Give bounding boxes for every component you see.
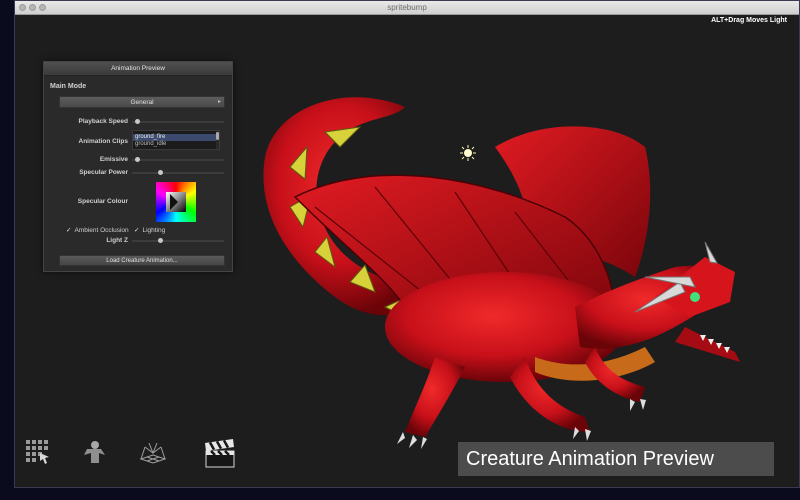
app-window: spritebump ALT+Drag Moves Light Animatio… <box>14 0 800 488</box>
clips-scrollbar[interactable] <box>216 131 219 149</box>
chevron-right-icon: ▸ <box>217 99 221 105</box>
slider-knob[interactable] <box>134 119 140 124</box>
light-z-label: Light Z <box>106 237 128 244</box>
light-z-slider[interactable] <box>132 238 224 243</box>
specular-power-label: Specular Power <box>79 169 128 176</box>
animation-preview-panel: Animation Preview Main Mode General ▸ Pl… <box>43 61 233 272</box>
render-viewport[interactable]: Animation Preview Main Mode General ▸ Pl… <box>15 15 799 487</box>
slider-knob[interactable] <box>157 238 163 243</box>
checkmark-icon: ✓ <box>134 227 140 234</box>
specular-colour-picker[interactable] <box>156 182 196 222</box>
dragon-eye <box>690 292 700 302</box>
mode-selected-value: General <box>130 99 154 106</box>
scrollbar-thumb[interactable] <box>216 132 219 140</box>
playback-speed-label: Playback Speed <box>78 118 129 125</box>
specular-power-slider[interactable] <box>132 170 224 175</box>
checkmark-icon: ✓ <box>66 227 72 234</box>
lighting-label: Lighting <box>142 227 166 234</box>
emissive-label: Emissive <box>99 156 128 163</box>
clip-item[interactable]: ground_idle <box>133 141 219 148</box>
animation-clips-list[interactable]: default ground_fire ground_idle <box>132 130 220 150</box>
figure-icon[interactable] <box>81 439 107 465</box>
playback-speed-slider[interactable] <box>132 119 224 124</box>
title-bar[interactable]: spritebump <box>15 1 799 15</box>
dragon-jaw <box>675 327 740 362</box>
mode-dropdown[interactable]: General ▸ <box>59 96 225 108</box>
slider-knob[interactable] <box>157 170 163 175</box>
grid-pointer-icon[interactable] <box>25 439 51 465</box>
window-title: spritebump <box>387 3 427 12</box>
load-creature-animation-button[interactable]: Load Creature Animation... <box>59 255 225 266</box>
dragon-back-leg <box>405 357 465 437</box>
lighting-checkbox[interactable]: ✓ Lighting <box>134 226 165 234</box>
clip-item-selected[interactable]: ground_fire <box>133 134 219 141</box>
ambient-occlusion-label: Ambient Occlusion <box>74 227 129 234</box>
clapperboard-icon[interactable] <box>203 439 237 469</box>
slider-knob[interactable] <box>134 157 140 162</box>
main-mode-label: Main Mode <box>50 83 87 90</box>
dragon-sprite[interactable] <box>235 87 755 467</box>
specular-colour-label: Specular Colour <box>77 198 128 205</box>
colour-cursor-icon <box>170 194 178 210</box>
panel-title[interactable]: Animation Preview <box>44 62 232 76</box>
caption-banner: Creature Animation Preview <box>458 442 774 476</box>
mesh-icon[interactable] <box>139 439 167 465</box>
animation-clips-label: Animation Clips <box>78 138 128 145</box>
ambient-occlusion-checkbox[interactable]: ✓ Ambient Occlusion <box>66 226 129 234</box>
emissive-slider[interactable] <box>132 157 224 162</box>
